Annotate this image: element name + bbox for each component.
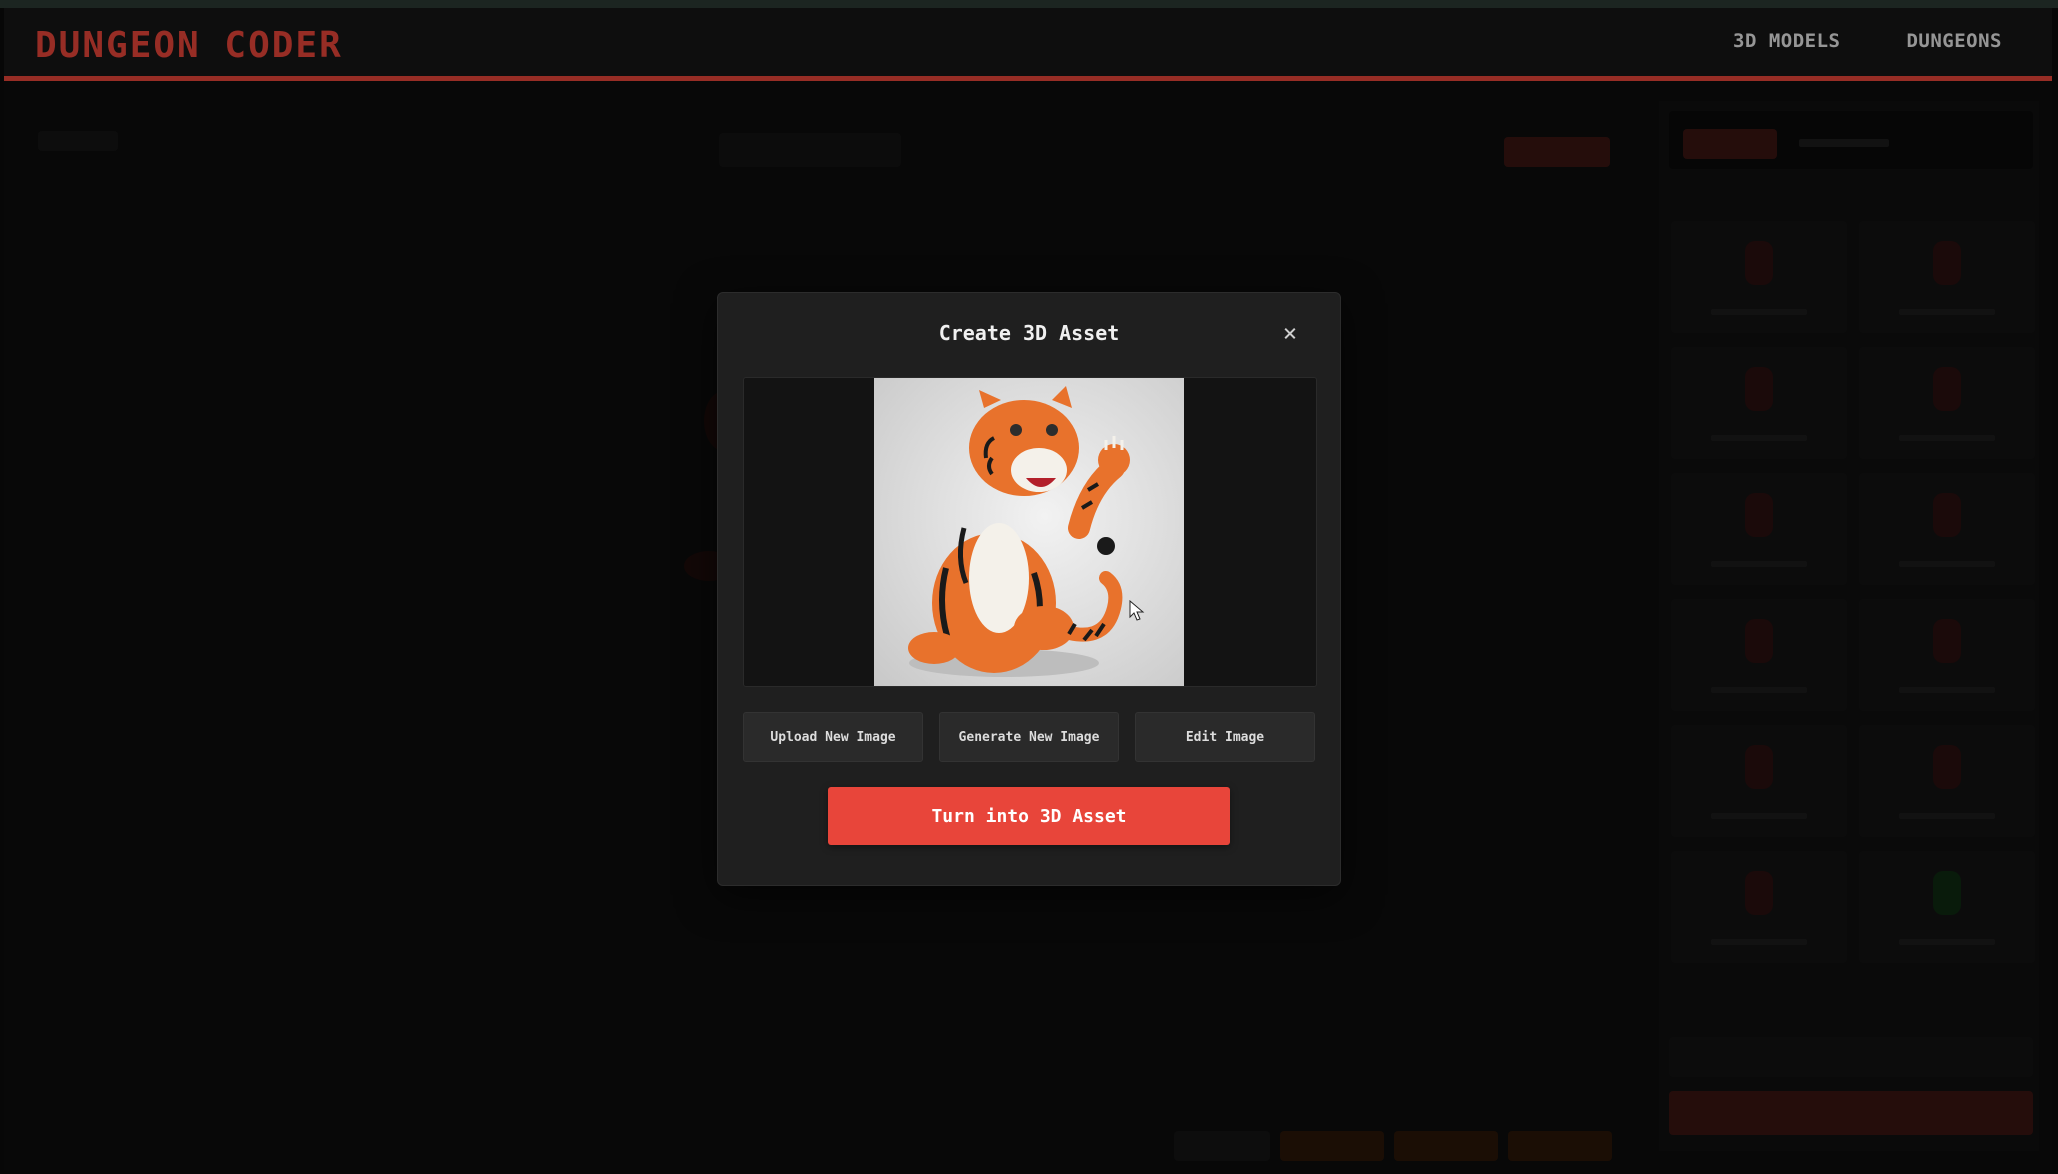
tiger-illustration: [908, 386, 1130, 677]
modal-title: Create 3D Asset: [938, 321, 1120, 345]
close-icon[interactable]: ×: [1276, 319, 1304, 347]
tiger-image: [874, 378, 1184, 686]
create-3d-asset-modal: Create 3D Asset × Upload New Image Gener…: [717, 292, 1341, 886]
image-actions: Upload New Image Generate New Image Edit…: [743, 712, 1315, 762]
generate-new-image-button[interactable]: Generate New Image: [939, 712, 1119, 762]
image-preview: [743, 377, 1317, 687]
cursor-pointer-icon: [1129, 600, 1145, 621]
turn-into-3d-asset-button[interactable]: Turn into 3D Asset: [828, 787, 1230, 845]
edit-image-button[interactable]: Edit Image: [1135, 712, 1315, 762]
upload-new-image-button[interactable]: Upload New Image: [743, 712, 923, 762]
